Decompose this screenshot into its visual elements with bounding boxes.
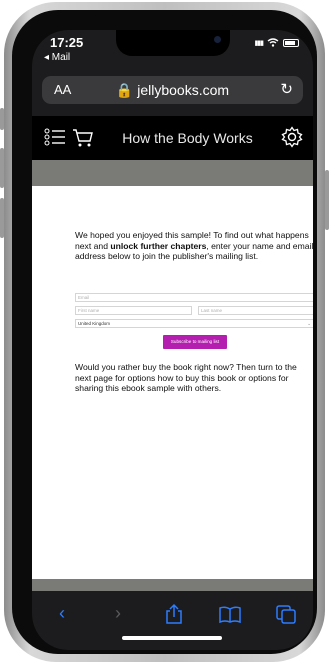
page-header-band	[32, 160, 313, 186]
intro-bold-text: unlock further chapters	[110, 240, 207, 251]
forward-button[interactable]: ›	[106, 603, 130, 625]
last-name-field[interactable]: Last name	[198, 306, 313, 315]
email-field[interactable]: Email	[75, 293, 313, 302]
address-bar[interactable]: AA 🔒 jellybooks.com ↻	[42, 76, 303, 104]
phone-screen: 17:25 ◂ Mail ▮▮▮ AA 🔒 jellybooks.com ↻ H…	[32, 30, 313, 650]
home-indicator[interactable]	[122, 636, 222, 640]
reader-toolbar: How the Body Works	[32, 116, 313, 160]
cart-icon[interactable]	[72, 128, 94, 148]
url-text[interactable]: 🔒 jellybooks.com	[42, 82, 303, 99]
bookmarks-icon[interactable]	[218, 603, 242, 625]
intro-paragraph: We hoped you enjoyed this sample! To fin…	[75, 230, 313, 262]
status-time: 17:25	[50, 35, 84, 50]
subscribe-button[interactable]: Subscribe to mailing list	[163, 335, 227, 349]
country-select[interactable]: United Kingdom ⌄	[75, 319, 313, 328]
phone-bezel: 17:25 ◂ Mail ▮▮▮ AA 🔒 jellybooks.com ↻ H…	[12, 10, 317, 654]
reload-icon[interactable]: ↻	[280, 80, 293, 98]
safari-address-area: AA 🔒 jellybooks.com ↻	[32, 70, 313, 116]
table-of-contents-icon[interactable]	[44, 128, 66, 146]
page-footer-band	[32, 579, 313, 591]
battery-icon	[283, 38, 299, 47]
first-name-field[interactable]: First name	[75, 306, 192, 315]
signal-icon: ▮▮▮	[254, 39, 264, 47]
front-camera	[214, 36, 221, 43]
outro-paragraph: Would you rather buy the book right now?…	[75, 362, 297, 393]
share-icon[interactable]	[162, 603, 186, 625]
chevron-down-icon: ⌄	[307, 321, 311, 326]
back-button[interactable]: ‹	[50, 603, 74, 625]
status-icons: ▮▮▮	[254, 38, 299, 47]
gear-icon[interactable]	[281, 126, 303, 148]
page-content: We hoped you enjoyed this sample! To fin…	[32, 186, 313, 579]
safari-bottom-toolbar: ‹ ›	[32, 591, 313, 650]
notch	[116, 30, 230, 56]
power-button	[325, 170, 329, 230]
back-to-mail-link[interactable]: ◂ Mail	[44, 52, 70, 63]
book-title: How the Body Works	[122, 130, 253, 146]
country-value: United Kingdom	[78, 321, 111, 326]
tabs-icon[interactable]	[274, 603, 298, 625]
phone-frame: 17:25 ◂ Mail ▮▮▮ AA 🔒 jellybooks.com ↻ H…	[4, 2, 325, 662]
wifi-icon	[267, 38, 279, 47]
